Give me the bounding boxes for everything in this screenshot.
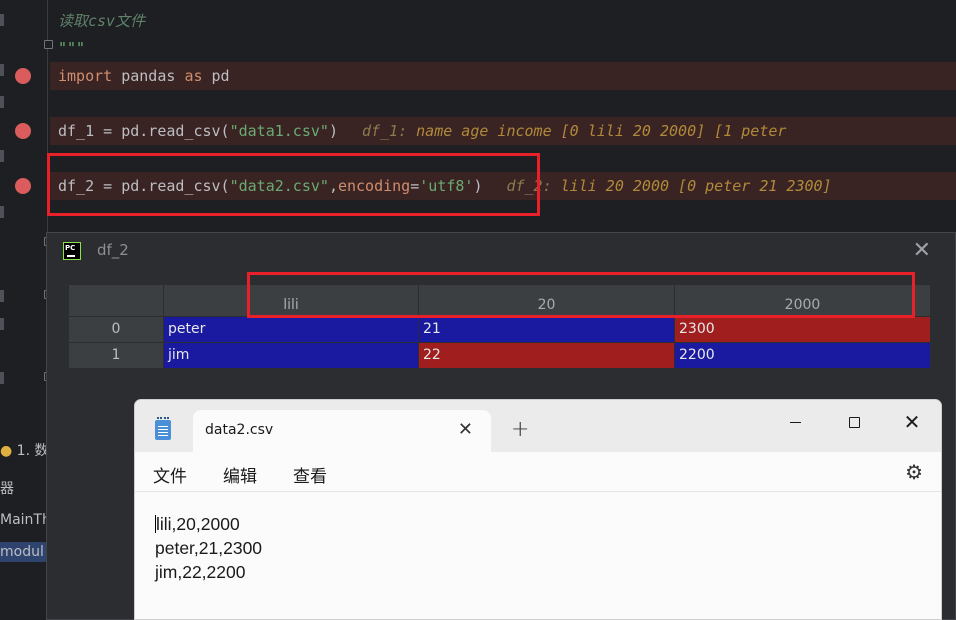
new-tab-button[interactable]: + [511, 417, 529, 442]
viewer-titlebar: PC df_2 ✕ [47, 233, 955, 269]
left-item[interactable]: MainTh [0, 512, 51, 528]
notepad-tab[interactable]: data2.csv ✕ [193, 410, 491, 452]
table-cell[interactable]: 2300 [675, 317, 931, 342]
table-cell[interactable]: peter [164, 317, 419, 342]
import-keyword: import [58, 67, 113, 85]
df2-inlay-hint: df_2: lili 20 2000 [0 peter 21 2300] [506, 177, 831, 195]
text-line-content: lili,20,2000 [156, 514, 240, 534]
notepad-app-icon [155, 417, 171, 440]
menu-view[interactable]: 查看 [293, 462, 327, 487]
minimize-button[interactable] [772, 406, 818, 438]
column-header-index[interactable] [69, 285, 164, 316]
left-item[interactable]: 器 [0, 478, 14, 498]
notepad-text-area[interactable]: lili,20,2000 peter,21,2300 jim,22,2200 [135, 492, 941, 619]
notepad-tabbar: data2.csv ✕ + ✕ [135, 400, 941, 452]
maximize-button[interactable] [831, 406, 877, 438]
close-icon[interactable]: ✕ [913, 238, 931, 263]
df1-hint-value: name age income [0 lili 20 2000] [1 pete… [407, 122, 787, 140]
run-tab-label[interactable]: ● 1. 数 [0, 440, 48, 460]
highlight-box-code [47, 153, 540, 216]
notepad-window: data2.csv ✕ + ✕ 文件 编辑 查看 ⚙ lili,20,2000 … [134, 399, 942, 620]
pycharm-logo-icon: PC [63, 242, 81, 260]
close-window-button[interactable]: ✕ [889, 406, 935, 438]
gutter-marker [0, 372, 4, 384]
text-line: jim,22,2200 [155, 562, 246, 582]
df1-code: df_1 = pd.read_csv( [58, 122, 230, 140]
row-index: 0 [69, 317, 164, 342]
run-tab-text: 1. 数 [16, 443, 49, 459]
highlight-box-header [247, 272, 915, 318]
text-line: peter,21,2300 [155, 538, 263, 558]
table-cell[interactable]: 2200 [675, 343, 931, 368]
tab-title: data2.csv [205, 422, 274, 438]
breakpoint-icon[interactable] [15, 178, 31, 194]
left-item-selected[interactable]: modul [0, 542, 46, 562]
gutter-marker [0, 96, 4, 108]
text-line: lili,20,2000 [155, 512, 941, 536]
code-line-comment[interactable]: 读取csv文件 [50, 7, 956, 35]
gutter-marker [0, 64, 4, 76]
gutter-marker [0, 318, 4, 330]
table-cell[interactable]: jim [164, 343, 419, 368]
gutter-marker [0, 150, 4, 162]
menu-file[interactable]: 文件 [153, 462, 187, 487]
df1-close: ) [328, 122, 338, 140]
code-line-import[interactable]: import pandas as pd [50, 62, 956, 90]
gutter-marker [0, 290, 4, 302]
df1-arg: "data1.csv" [229, 122, 329, 140]
code-line-docstring[interactable]: """ [50, 34, 956, 62]
table-cell[interactable]: 22 [419, 343, 675, 368]
df1-inlay-hint: df_1: name age income [0 lili 20 2000] [… [362, 122, 786, 140]
module-name: pandas [112, 67, 185, 85]
code-line-df1[interactable]: df_1 = pd.read_csv("data1.csv") df_1: nam… [50, 117, 956, 145]
gutter-marker [0, 14, 4, 26]
comment-text: 读取csv文件 [58, 12, 146, 30]
tab-close-icon[interactable]: ✕ [458, 419, 473, 440]
breakpoint-icon[interactable] [15, 123, 31, 139]
menu-edit[interactable]: 编辑 [223, 462, 257, 487]
table-cell[interactable]: 21 [419, 317, 675, 342]
table-row[interactable]: 1 jim 22 2200 [69, 343, 931, 369]
df2-hint-value: lili 20 2000 [0 peter 21 2300] [551, 177, 832, 195]
maximize-icon [848, 416, 860, 428]
breakpoint-icon[interactable] [15, 68, 31, 84]
df1-hint-name: df_1: [361, 122, 408, 140]
notepad-menubar: 文件 编辑 查看 ⚙ [135, 452, 941, 492]
docstring-end: """ [58, 39, 86, 57]
row-index: 1 [69, 343, 164, 368]
viewer-title: df_2 [97, 241, 129, 259]
minimize-icon [789, 421, 801, 423]
table-row[interactable]: 0 peter 21 2300 [69, 317, 931, 343]
settings-gear-icon[interactable]: ⚙ [905, 460, 923, 484]
alias-name: pd [202, 67, 230, 85]
gutter-marker [0, 206, 4, 218]
as-keyword: as [184, 67, 203, 85]
